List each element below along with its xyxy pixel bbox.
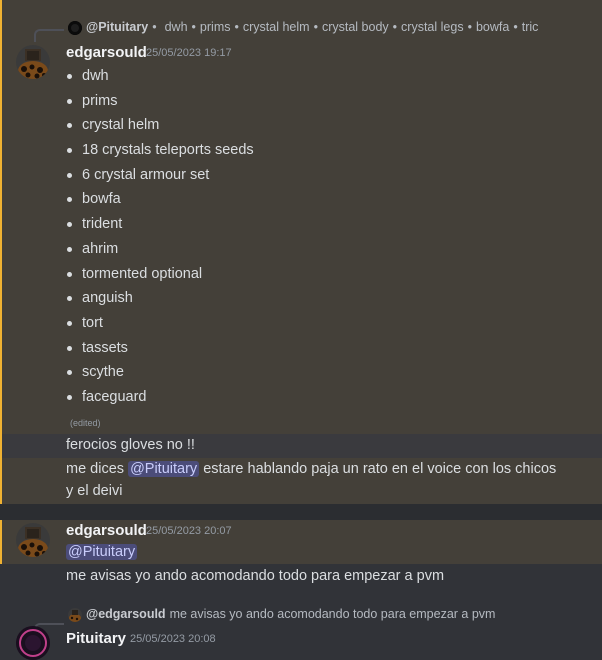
avatar-pituitary[interactable]: [16, 626, 50, 660]
item-list: dwh prims crystal helm 18 crystals telep…: [66, 64, 254, 410]
message-group-gap: [0, 504, 602, 520]
message-mention-line: @Pituitary: [66, 542, 138, 563]
reply-item: dwh: [164, 20, 188, 34]
reply-text: me avisas yo ando acomodando todo para e…: [169, 607, 496, 621]
list-item: tort: [66, 311, 254, 336]
list-item: ahrim: [66, 237, 254, 262]
message-text[interactable]: me dices @Pituitary estare hablando paja…: [66, 459, 556, 480]
list-item: dwh: [66, 64, 254, 89]
list-item: anguish: [66, 286, 254, 311]
list-item: tassets: [66, 336, 254, 361]
user-mention[interactable]: @Pituitary: [66, 544, 138, 560]
list-item: trident: [66, 212, 254, 237]
list-item: prims: [66, 89, 254, 114]
reply-item: crystal body: [321, 20, 389, 34]
message-text[interactable]: me avisas yo ando acomodando todo para e…: [66, 566, 444, 587]
reply-avatar-edgarsould[interactable]: [68, 608, 82, 622]
author-name[interactable]: Pituitary: [66, 630, 126, 647]
reply-item: prims: [199, 20, 231, 34]
reply-item: tric: [521, 20, 539, 34]
reply-item: crystal legs: [401, 20, 464, 34]
message-text-part: me dices: [66, 461, 125, 477]
list-item: crystal helm: [66, 113, 254, 138]
list-item: tormented optional: [66, 262, 254, 287]
reply-spine: [34, 29, 64, 42]
author-name[interactable]: edgarsould: [66, 522, 147, 539]
list-item: scythe: [66, 360, 254, 385]
message-text[interactable]: ferocios gloves no !!: [66, 435, 195, 456]
reply-preview[interactable]: @Pituitary • dwh • prims • crystal helm • crysta…: [86, 20, 538, 34]
reply-avatar-pituitary[interactable]: [68, 21, 82, 35]
reply-preview[interactable]: @edgarsould me avisas yo ando acomodando …: [86, 607, 495, 621]
reply-mention[interactable]: @Pituitary: [86, 20, 148, 34]
reply-author[interactable]: @edgarsould: [86, 607, 166, 621]
avatar-edgarsould[interactable]: [16, 523, 50, 557]
message-timestamp[interactable]: 25/05/2023 19:17: [146, 47, 232, 59]
message-timestamp[interactable]: 25/05/2023 20:07: [146, 525, 232, 537]
reply-item: crystal helm: [242, 20, 310, 34]
author-name[interactable]: edgarsould: [66, 44, 147, 61]
reply-item: •: [152, 20, 157, 34]
list-item: 6 crystal armour set: [66, 163, 254, 188]
list-item: faceguard: [66, 385, 254, 410]
message-timestamp[interactable]: 25/05/2023 20:08: [130, 633, 216, 645]
edited-label: (edited): [70, 418, 101, 428]
user-mention[interactable]: @Pituitary: [128, 461, 200, 477]
reply-item: bowfa: [475, 20, 510, 34]
list-item: 18 crystals teleports seeds: [66, 138, 254, 163]
message-text-part: estare hablando paja un rato en el voice…: [199, 461, 557, 477]
avatar-edgarsould[interactable]: [16, 45, 50, 79]
list-item: bowfa: [66, 187, 254, 212]
message-text-line2: y el deivi: [66, 483, 123, 499]
